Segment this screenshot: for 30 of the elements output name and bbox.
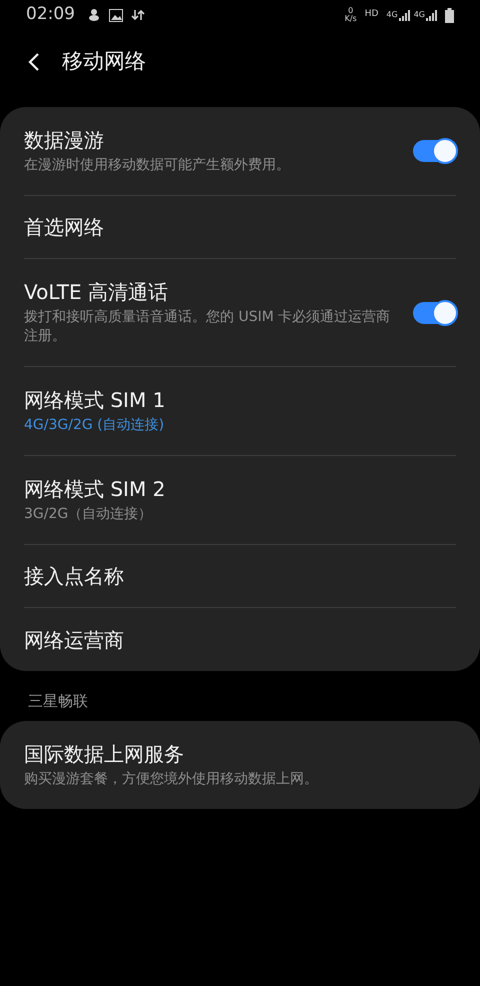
setting-description: 3G/2G（自动连接） (24, 505, 154, 524)
setting-title[interactable]: 首选网络 (24, 214, 456, 240)
speed-value: 0 (348, 7, 354, 15)
setting-title[interactable]: 国际数据上网服务 (24, 741, 456, 767)
setting-title[interactable]: VoLTE 高清通话 (24, 279, 397, 305)
toggle-switch[interactable] (413, 140, 456, 162)
setting-title[interactable]: 数据漫游 (24, 127, 397, 153)
page-title: 移动网络 (62, 48, 146, 76)
status-time: 02:09 (26, 3, 75, 26)
speed-unit: K/s (344, 15, 357, 23)
section-header: 三星畅联 (28, 692, 88, 710)
setting-description: 在漫游时使用移动数据可能产生额外费用。 (24, 156, 291, 175)
setting-title[interactable]: 网络模式 SIM 2 (24, 476, 456, 502)
setting-title[interactable]: 网络模式 SIM 1 (24, 387, 456, 413)
setting-title[interactable]: 网络运营商 (24, 626, 456, 652)
setting-description: 4G/3G/2G (自动连接) (24, 416, 166, 435)
image-icon (109, 8, 123, 22)
setting-title[interactable]: 接入点名称 (24, 563, 456, 589)
data-transfer-icon (131, 9, 145, 21)
hd-label: HD (364, 8, 378, 22)
battery-icon (445, 8, 454, 22)
signal-icon (425, 9, 437, 21)
setting-description: 拨打和接听高质量语音通话。您的 USIM 卡必须通过运营商注册。 (24, 308, 392, 346)
network-type: 4G (386, 9, 398, 21)
signal-icon (398, 9, 410, 21)
notification-icon (87, 8, 101, 22)
back-icon[interactable] (28, 53, 40, 71)
setting-description: 购买漫游套餐，方便您境外使用移动数据上网。 (24, 770, 319, 789)
network-type: 4G (414, 9, 425, 21)
toggle-switch[interactable] (413, 302, 456, 324)
